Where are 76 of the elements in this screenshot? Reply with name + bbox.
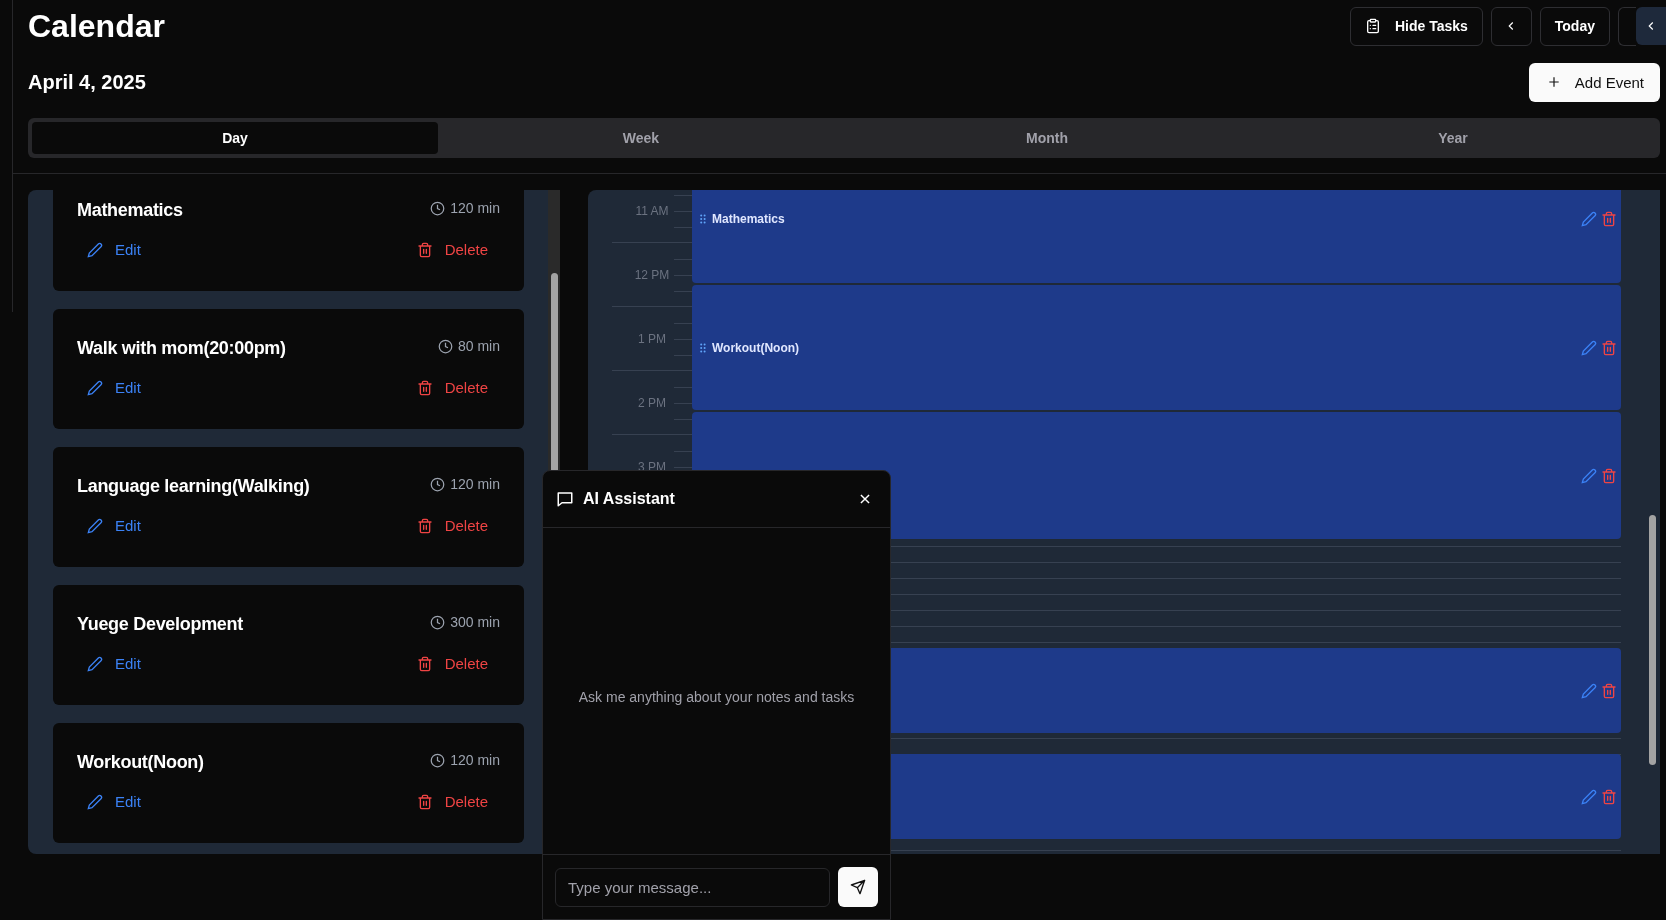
pencil-icon (87, 655, 103, 672)
trash-icon (416, 241, 433, 258)
pencil-icon[interactable] (1581, 788, 1597, 805)
trash-icon (416, 793, 433, 810)
edit-button[interactable]: Edit (87, 515, 141, 536)
event-block[interactable]: Mathematics (692, 190, 1621, 283)
plus-icon (1546, 75, 1561, 89)
trash-icon[interactable] (1601, 788, 1617, 805)
task-title: Walk with mom(20:00pm) (77, 338, 286, 359)
pencil-icon (87, 517, 103, 534)
edit-button[interactable]: Edit (87, 239, 141, 260)
edit-button[interactable]: Edit (87, 653, 141, 674)
event-block[interactable]: Workout(Noon) (692, 285, 1621, 410)
hour-label: 12 PM (634, 267, 670, 282)
send-icon (850, 879, 867, 895)
trash-icon (416, 517, 433, 534)
panel-title: AI Assistant (583, 490, 675, 508)
pencil-icon[interactable] (1581, 682, 1597, 699)
view-tab[interactable]: Week (438, 122, 844, 154)
task-title: Mathematics (77, 200, 183, 221)
clock-icon (430, 476, 446, 492)
task-duration: 120 min (450, 476, 500, 492)
pencil-icon[interactable] (1581, 467, 1597, 484)
event-title: Mathematics (712, 212, 785, 226)
edit-button[interactable]: Edit (87, 791, 141, 812)
drag-handle-icon[interactable] (700, 214, 706, 224)
drag-handle-icon[interactable] (700, 342, 706, 353)
view-tab[interactable]: Month (844, 122, 1250, 154)
next-button[interactable] (1618, 6, 1636, 46)
pencil-icon (87, 793, 103, 810)
trash-icon[interactable] (1601, 682, 1617, 699)
task-title: Workout(Noon) (77, 752, 204, 773)
pencil-icon[interactable] (1581, 339, 1597, 356)
delete-button[interactable]: Delete (416, 515, 488, 536)
clock-icon (437, 338, 453, 354)
hour-label: 1 PM (638, 331, 666, 346)
edit-button[interactable]: Edit (87, 377, 141, 398)
chat-bubble-icon (556, 490, 574, 508)
trash-icon[interactable] (1601, 339, 1617, 356)
empty-state-message: Ask me anything about your notes and tasks (578, 689, 855, 705)
task-title: Language learning(Walking) (77, 476, 310, 497)
task-duration: 80 min (457, 338, 500, 354)
delete-button[interactable]: Delete (416, 239, 488, 260)
current-date: April 4, 2025 (28, 70, 146, 94)
trash-icon[interactable] (1601, 467, 1617, 484)
page-title: Calendar (28, 7, 165, 45)
trash-icon[interactable] (1601, 211, 1617, 227)
send-button[interactable] (838, 867, 878, 907)
clock-icon (430, 752, 446, 768)
clock-icon (430, 200, 446, 216)
task-duration: 120 min (450, 752, 500, 768)
hide-tasks-button[interactable]: Hide Tasks (1349, 6, 1483, 46)
task-duration: 300 min (450, 614, 500, 630)
hour-label: 11 AM (635, 203, 669, 218)
today-button[interactable]: Today (1539, 6, 1610, 46)
clock-icon (430, 614, 446, 630)
add-event-button[interactable]: Add Event (1528, 62, 1660, 102)
pencil-icon (87, 379, 103, 396)
event-title: Workout(Noon) (712, 340, 800, 355)
task-duration: 120 min (450, 200, 500, 216)
delete-button[interactable]: Delete (416, 653, 488, 674)
trash-icon (416, 655, 433, 672)
previous-button[interactable] (1490, 6, 1532, 46)
message-input[interactable]: Type your message... (555, 867, 831, 907)
close-icon (858, 492, 872, 506)
pencil-icon (87, 241, 103, 258)
view-tab[interactable]: Year (1250, 122, 1656, 154)
sidebar-toggle-button[interactable] (1636, 7, 1666, 45)
pencil-icon[interactable] (1581, 211, 1597, 227)
hour-label: 2 PM (638, 395, 666, 410)
delete-button[interactable]: Delete (416, 791, 488, 812)
task-title: Yuege Development (77, 614, 243, 635)
clipboard-icon (1364, 18, 1381, 34)
delete-button[interactable]: Delete (416, 377, 488, 398)
view-tab[interactable]: Day (32, 122, 438, 154)
trash-icon (416, 379, 433, 396)
